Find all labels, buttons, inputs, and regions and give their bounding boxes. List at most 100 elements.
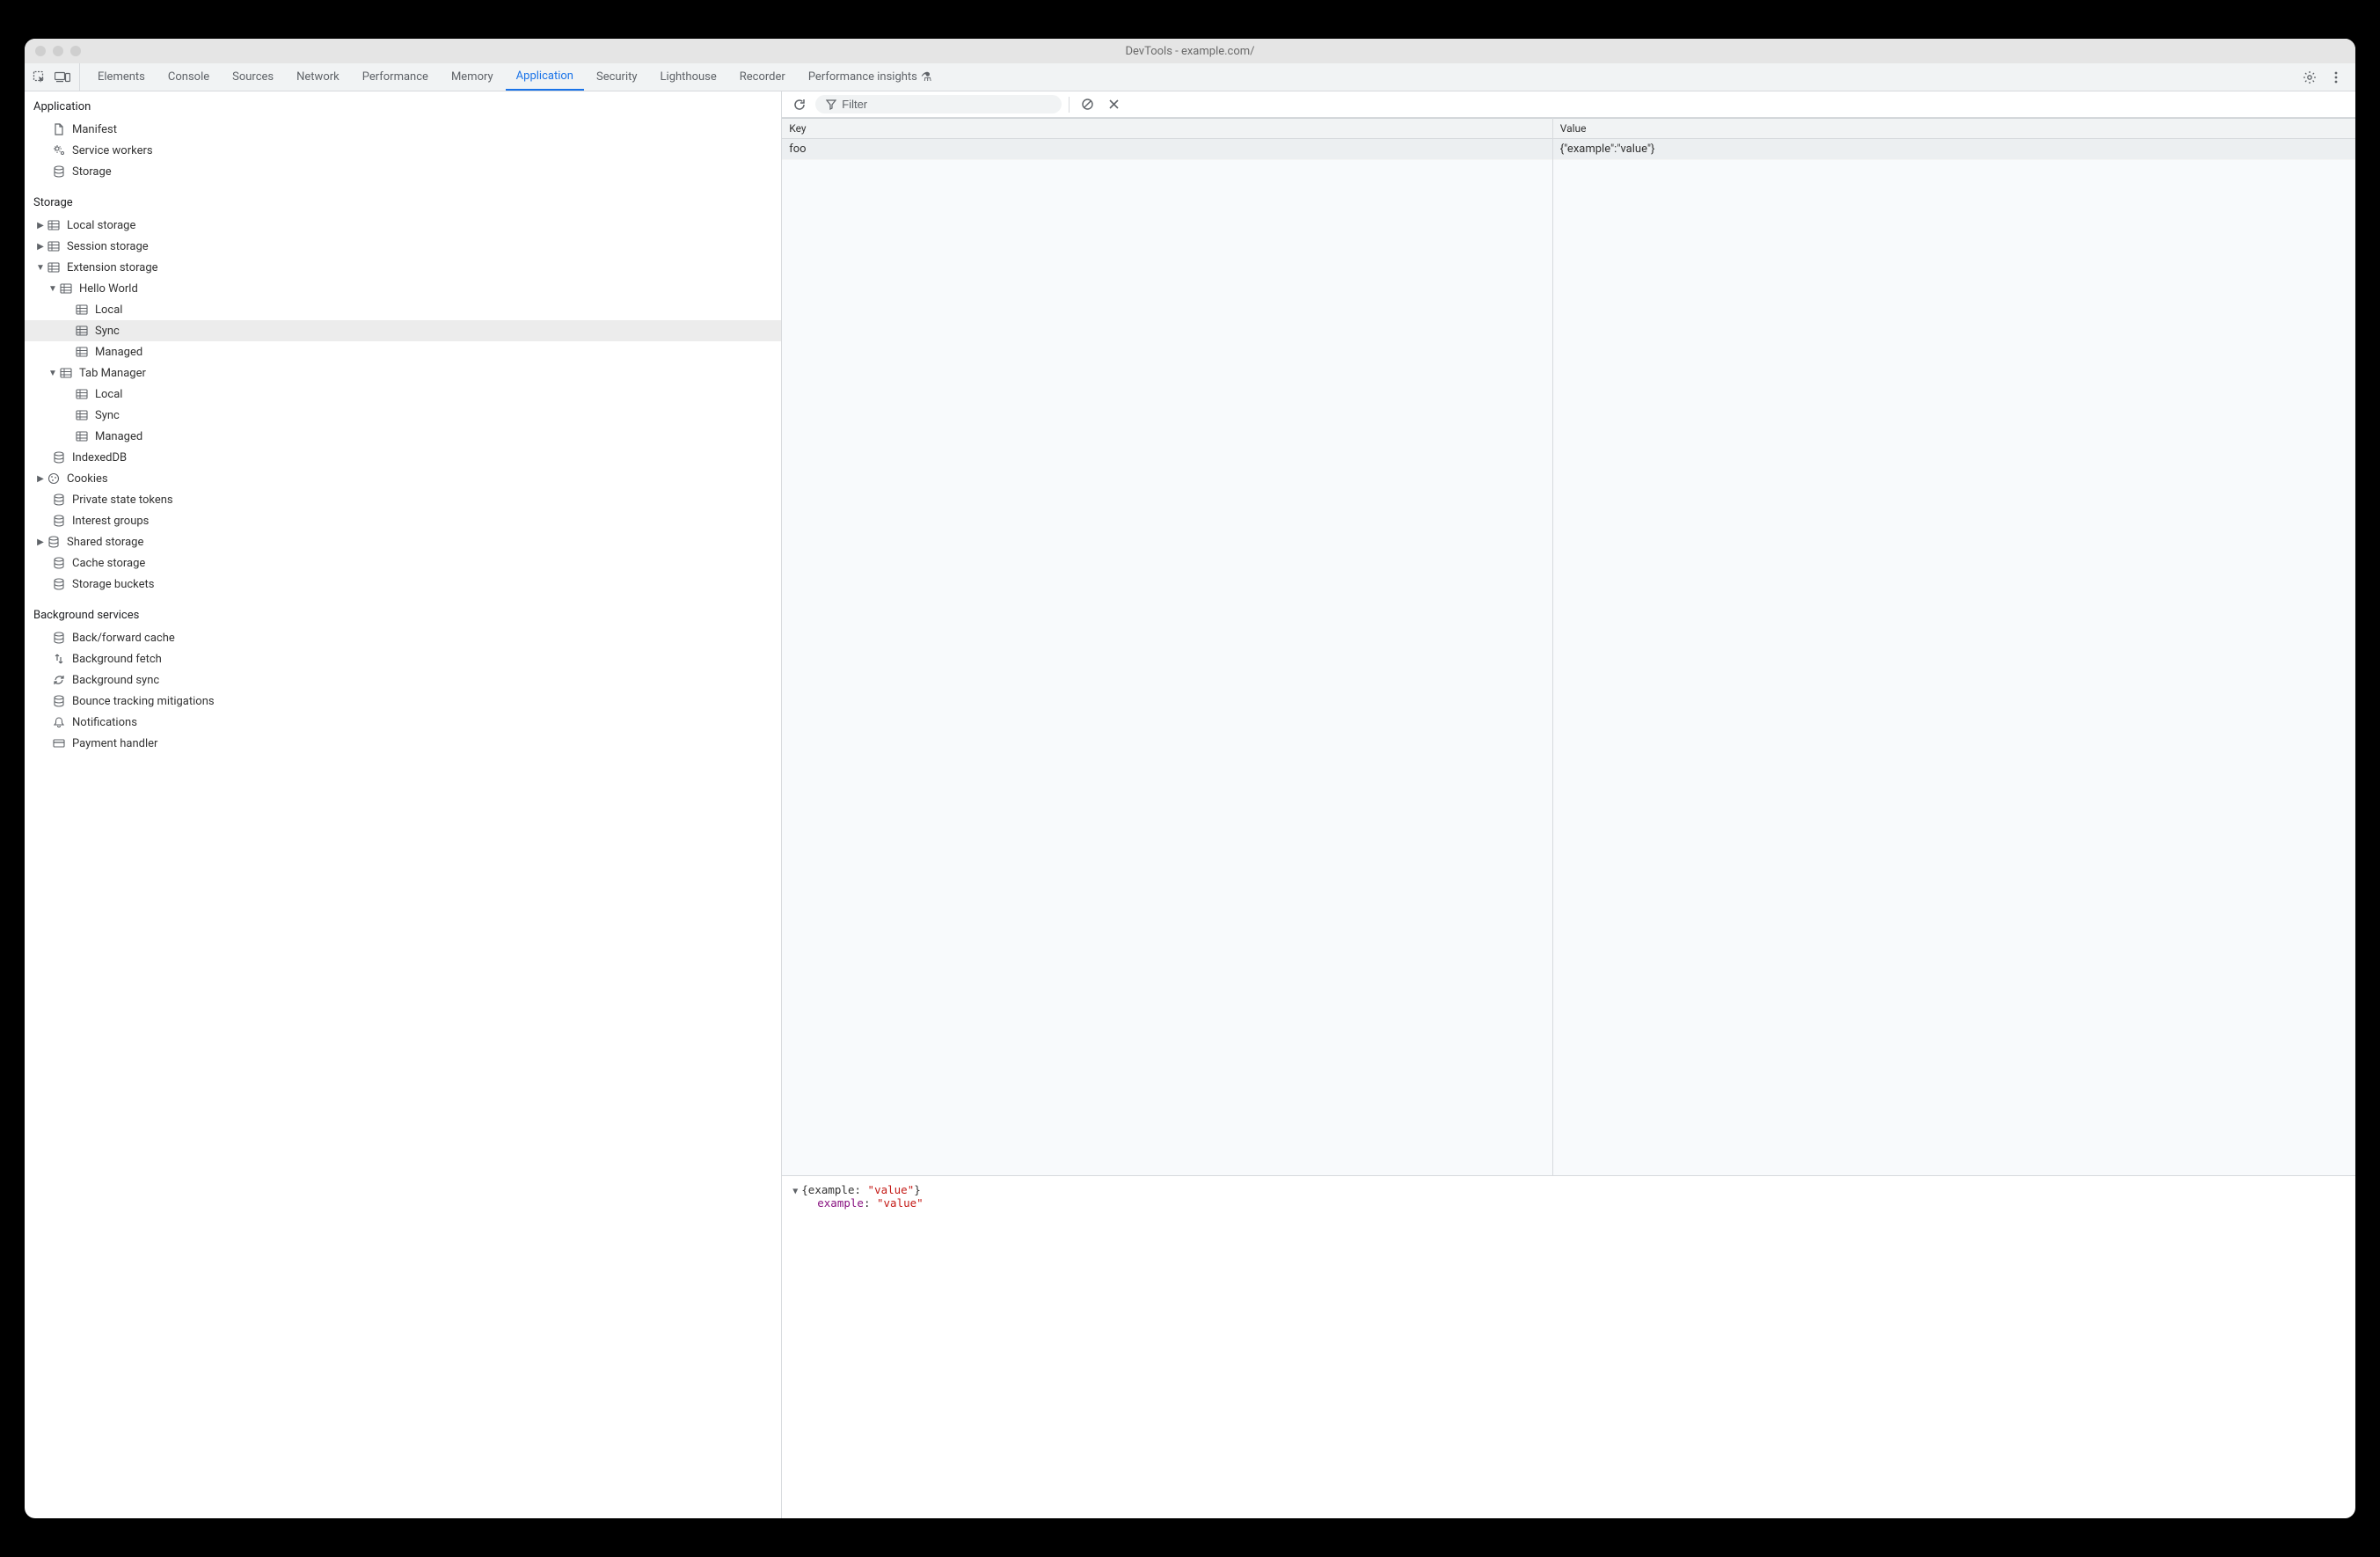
sidebar-item-cookies[interactable]: ▶ Cookies xyxy=(25,468,781,489)
filter-input[interactable] xyxy=(842,98,1051,111)
sidebar-item-label: Storage buckets xyxy=(72,578,155,591)
settings-gear-icon[interactable] xyxy=(2299,67,2320,88)
grid-empty-area[interactable] xyxy=(1553,160,2355,1174)
main-panel: Key foo Value {"example":"value"} ▼{exam… xyxy=(782,91,2355,1518)
inspect-element-icon[interactable] xyxy=(30,68,49,87)
cookie-icon xyxy=(46,472,62,485)
content-area: Application Manifest Service workers Sto… xyxy=(25,91,2355,1518)
sidebar-item-storage[interactable]: Storage xyxy=(25,161,781,182)
close-window-button[interactable] xyxy=(35,46,46,56)
sidebar-item-cache-storage[interactable]: Cache storage xyxy=(25,552,781,574)
sidebar-item-manifest[interactable]: Manifest xyxy=(25,119,781,140)
database-icon xyxy=(51,493,67,506)
table-icon xyxy=(74,431,90,442)
chevron-down-icon: ▼ xyxy=(35,263,46,273)
sidebar-item-tab-manager[interactable]: ▼ Tab Manager xyxy=(25,362,781,384)
tab-sources[interactable]: Sources xyxy=(222,63,284,91)
sidebar-item-hw-sync[interactable]: Sync xyxy=(25,320,781,341)
database-icon xyxy=(51,515,67,527)
clear-all-icon[interactable] xyxy=(1077,94,1098,115)
chevron-down-icon: ▼ xyxy=(47,369,58,378)
sidebar-item-label: Cache storage xyxy=(72,557,145,570)
zoom-window-button[interactable] xyxy=(70,46,81,56)
sidebar-item-hw-managed[interactable]: Managed xyxy=(25,341,781,362)
sidebar-item-label: Back/forward cache xyxy=(72,632,175,645)
refresh-icon[interactable] xyxy=(789,94,810,115)
database-icon xyxy=(51,165,67,178)
sidebar-item-label: Payment handler xyxy=(72,737,157,750)
minimize-window-button[interactable] xyxy=(53,46,63,56)
tab-network[interactable]: Network xyxy=(286,63,350,91)
cell-value[interactable]: {"example":"value"} xyxy=(1553,139,2355,160)
sidebar-item-label: Cookies xyxy=(67,472,108,486)
sidebar-item-bounce[interactable]: Bounce tracking mitigations xyxy=(25,691,781,712)
panel-tabbar: Elements Console Sources Network Perform… xyxy=(25,63,2355,91)
sidebar-item-label: Sync xyxy=(95,409,120,422)
sidebar-item-label: Background sync xyxy=(72,674,159,687)
sidebar-item-label: Local storage xyxy=(67,219,135,232)
sidebar-item-label: Bounce tracking mitigations xyxy=(72,695,215,708)
sidebar-item-notifications[interactable]: Notifications xyxy=(25,712,781,733)
delete-selected-icon[interactable] xyxy=(1103,94,1124,115)
chevron-right-icon: ▶ xyxy=(35,474,46,484)
cell-key[interactable]: foo xyxy=(782,139,1551,160)
transfer-icon xyxy=(51,653,67,665)
sidebar-item-tm-local[interactable]: Local xyxy=(25,384,781,405)
table-icon xyxy=(74,410,90,420)
table-icon xyxy=(46,241,62,252)
sidebar-item-label: IndexedDB xyxy=(72,451,127,464)
sidebar-item-hw-local[interactable]: Local xyxy=(25,299,781,320)
sidebar-item-shared-storage[interactable]: ▶ Shared storage xyxy=(25,531,781,552)
database-icon xyxy=(51,451,67,464)
preview-summary[interactable]: ▼{example: "value"} xyxy=(792,1183,2345,1196)
sidebar-item-indexeddb[interactable]: IndexedDB xyxy=(25,447,781,468)
sidebar-item-service-workers[interactable]: Service workers xyxy=(25,140,781,161)
column-header-key[interactable]: Key xyxy=(782,118,1551,139)
tab-memory[interactable]: Memory xyxy=(441,63,504,91)
sidebar-item-payment[interactable]: Payment handler xyxy=(25,733,781,754)
sidebar-item-extension-storage[interactable]: ▼ Extension storage xyxy=(25,257,781,278)
sidebar-item-tm-sync[interactable]: Sync xyxy=(25,405,781,426)
sidebar-item-label: Local xyxy=(95,303,122,317)
sidebar-item-bg-sync[interactable]: Background sync xyxy=(25,669,781,691)
tab-lighthouse[interactable]: Lighthouse xyxy=(650,63,727,91)
sidebar-item-bfcache[interactable]: Back/forward cache xyxy=(25,627,781,648)
chevron-right-icon: ▶ xyxy=(35,242,46,252)
group-storage: Storage xyxy=(25,191,781,215)
filter-input-container[interactable] xyxy=(815,95,1062,113)
sidebar-item-interest-groups[interactable]: Interest groups xyxy=(25,510,781,531)
sidebar-item-session-storage[interactable]: ▶ Session storage xyxy=(25,236,781,257)
filter-icon xyxy=(826,99,836,110)
sidebar-item-label: Private state tokens xyxy=(72,493,173,507)
bell-icon xyxy=(51,716,67,728)
column-header-value[interactable]: Value xyxy=(1553,118,2355,139)
sidebar-item-private-state-tokens[interactable]: Private state tokens xyxy=(25,489,781,510)
storage-grid: Key foo Value {"example":"value"} xyxy=(782,118,2355,1175)
tab-application[interactable]: Application xyxy=(506,63,584,91)
table-icon xyxy=(58,283,74,294)
tab-recorder[interactable]: Recorder xyxy=(729,63,796,91)
tab-performance-insights[interactable]: Performance insights ⚗ xyxy=(798,63,943,91)
tab-elements[interactable]: Elements xyxy=(87,63,156,91)
tab-security[interactable]: Security xyxy=(586,63,648,91)
sidebar-item-label: Extension storage xyxy=(67,261,158,274)
sidebar-item-local-storage[interactable]: ▶ Local storage xyxy=(25,215,781,236)
storage-toolbar xyxy=(782,91,2355,118)
tab-console[interactable]: Console xyxy=(157,63,220,91)
sidebar-item-label: Managed xyxy=(95,430,142,443)
sidebar-item-hello-world[interactable]: ▼ Hello World xyxy=(25,278,781,299)
sidebar-item-label: Sync xyxy=(95,325,120,338)
sidebar-item-storage-buckets[interactable]: Storage buckets xyxy=(25,574,781,595)
device-toolbar-icon[interactable] xyxy=(53,68,72,87)
sidebar-item-label: Notifications xyxy=(72,716,137,729)
grid-empty-area[interactable] xyxy=(782,160,1551,1174)
sidebar-item-label: Service workers xyxy=(72,144,153,157)
table-icon xyxy=(74,304,90,315)
table-icon xyxy=(74,347,90,357)
sidebar-item-tm-managed[interactable]: Managed xyxy=(25,426,781,447)
tab-performance[interactable]: Performance xyxy=(352,63,439,91)
more-options-icon[interactable] xyxy=(2325,67,2347,88)
sidebar-item-bg-fetch[interactable]: Background fetch xyxy=(25,648,781,669)
table-icon xyxy=(74,389,90,399)
preview-property[interactable]: example: "value" xyxy=(792,1196,2345,1210)
